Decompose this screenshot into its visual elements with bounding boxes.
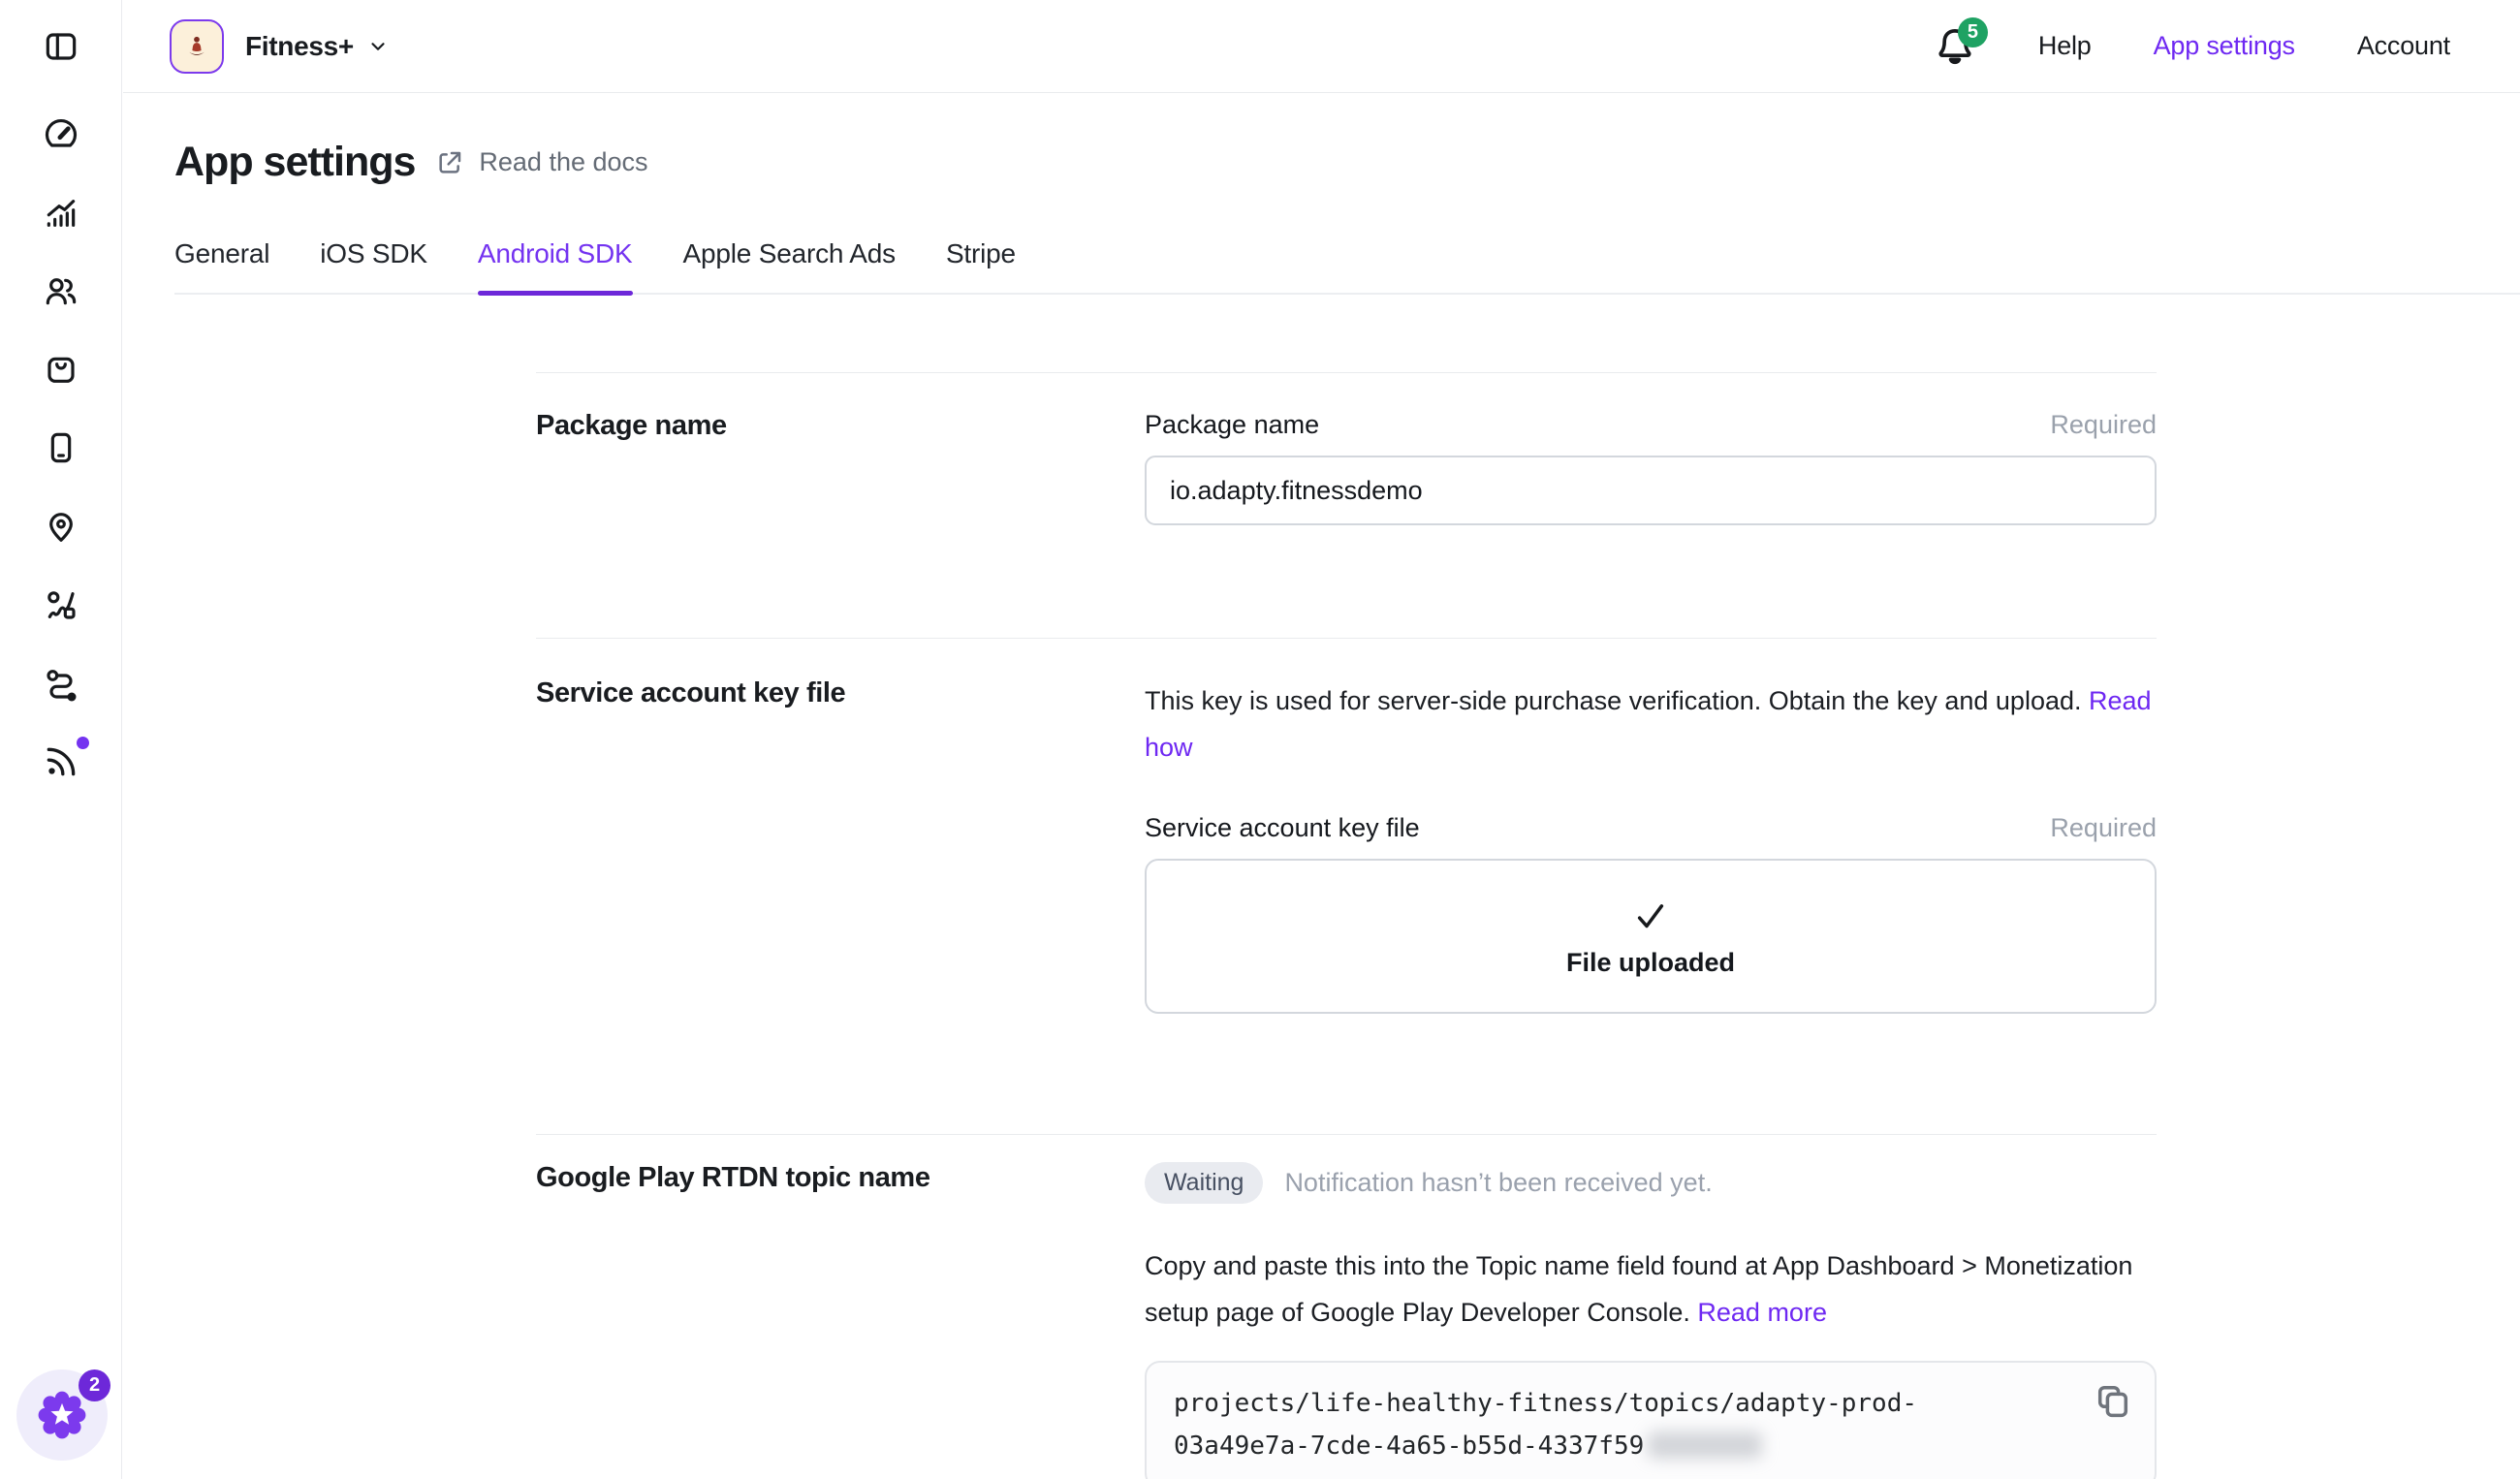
- event-feed-rss-icon[interactable]: [42, 742, 80, 781]
- ab-test-percent-icon[interactable]: [42, 585, 80, 624]
- file-uploaded-status: File uploaded: [1566, 948, 1735, 978]
- tab-stripe[interactable]: Stripe: [946, 238, 1016, 293]
- section-package-name: Package name Package name Required: [536, 372, 2157, 638]
- package-name-required-label: Required: [2050, 410, 2157, 440]
- tab-android-sdk[interactable]: Android SDK: [478, 238, 633, 293]
- rtdn-description: Copy and paste this into the Topic name …: [1145, 1243, 2157, 1336]
- rtdn-topic-code-box: projects/life-healthy-fitness/topics/ada…: [1145, 1361, 2157, 1479]
- service-account-description: This key is used for server-side purchas…: [1145, 677, 2157, 771]
- page-title-row: App settings Read the docs: [174, 139, 2520, 186]
- settings-sections: Package name Package name Required Servi…: [536, 372, 2157, 1479]
- panel-toggle-icon[interactable]: [42, 27, 80, 66]
- service-account-required-label: Required: [2050, 813, 2157, 843]
- read-more-link[interactable]: Read more: [1697, 1298, 1827, 1327]
- dashboard-gauge-icon[interactable]: [42, 114, 80, 153]
- app-name: Fitness+: [245, 31, 354, 62]
- section-service-account-key: Service account key file This key is use…: [536, 638, 2157, 1134]
- read-the-docs-link[interactable]: Read the docs: [479, 147, 647, 177]
- waiting-status-badge: Waiting: [1145, 1162, 1263, 1204]
- key-file-upload-dropzone[interactable]: File uploaded: [1145, 859, 2157, 1014]
- package-name-field-label: Package name: [1145, 410, 1319, 440]
- top-bar: Fitness+ 5 Help App settings Account: [123, 0, 2520, 93]
- section-heading-rtdn: Google Play RTDN topic name: [536, 1162, 1145, 1194]
- main-content: App settings Read the docs General iOS S…: [123, 94, 2520, 1479]
- meditating-person-icon: [182, 32, 211, 61]
- nav-app-settings[interactable]: App settings: [2154, 31, 2295, 61]
- service-account-field-label: Service account key file: [1145, 813, 1420, 843]
- app-logo[interactable]: [170, 19, 224, 74]
- feed-notification-dot: [77, 737, 89, 749]
- package-name-input[interactable]: [1145, 456, 2157, 525]
- topic-name-line-2: 03a49e7a-7cde-4a65-b55d-4337f59: [1174, 1432, 1644, 1461]
- tab-apple-search-ads[interactable]: Apple Search Ads: [683, 238, 896, 293]
- users-icon[interactable]: [42, 271, 80, 310]
- chevron-down-icon[interactable]: [367, 36, 389, 57]
- copy-icon[interactable]: [2093, 1380, 2133, 1421]
- waiting-status-note: Notification hasn’t been received yet.: [1284, 1168, 1712, 1198]
- nav-help[interactable]: Help: [2038, 31, 2092, 61]
- placements-pin-icon[interactable]: [42, 507, 80, 546]
- section-heading-service-account: Service account key file: [536, 677, 1145, 709]
- sidebar: 2: [0, 0, 122, 1479]
- top-right-nav: 5 Help App settings Account: [1934, 25, 2450, 68]
- check-icon: [1630, 896, 1671, 936]
- settings-tabs: General iOS SDK Android SDK Apple Search…: [174, 238, 2520, 295]
- topic-name-line-1: projects/life-healthy-fitness/topics/ada…: [1174, 1382, 2048, 1425]
- sdk-device-icon[interactable]: [42, 428, 80, 467]
- app-root: 2 Fitness+ 5: [0, 0, 2520, 1479]
- section-rtdn-topic: Google Play RTDN topic name Waiting Noti…: [536, 1134, 2157, 1479]
- external-link-icon: [434, 147, 465, 178]
- page-title: App settings: [174, 139, 415, 186]
- notifications-count-badge: 5: [1958, 17, 1988, 47]
- section-heading-package-name: Package name: [536, 410, 1145, 442]
- analytics-chart-icon[interactable]: [42, 193, 80, 232]
- notifications-bell-icon[interactable]: 5: [1934, 25, 1976, 68]
- paywalls-bag-icon[interactable]: [42, 350, 80, 389]
- funnel-route-icon[interactable]: [42, 664, 80, 703]
- tab-ios-sdk[interactable]: iOS SDK: [320, 238, 427, 293]
- tab-general[interactable]: General: [174, 238, 269, 293]
- nav-account[interactable]: Account: [2357, 31, 2450, 61]
- whats-new-button[interactable]: 2: [16, 1369, 108, 1461]
- redacted-text: [1648, 1432, 1762, 1459]
- whats-new-count-badge: 2: [79, 1369, 110, 1401]
